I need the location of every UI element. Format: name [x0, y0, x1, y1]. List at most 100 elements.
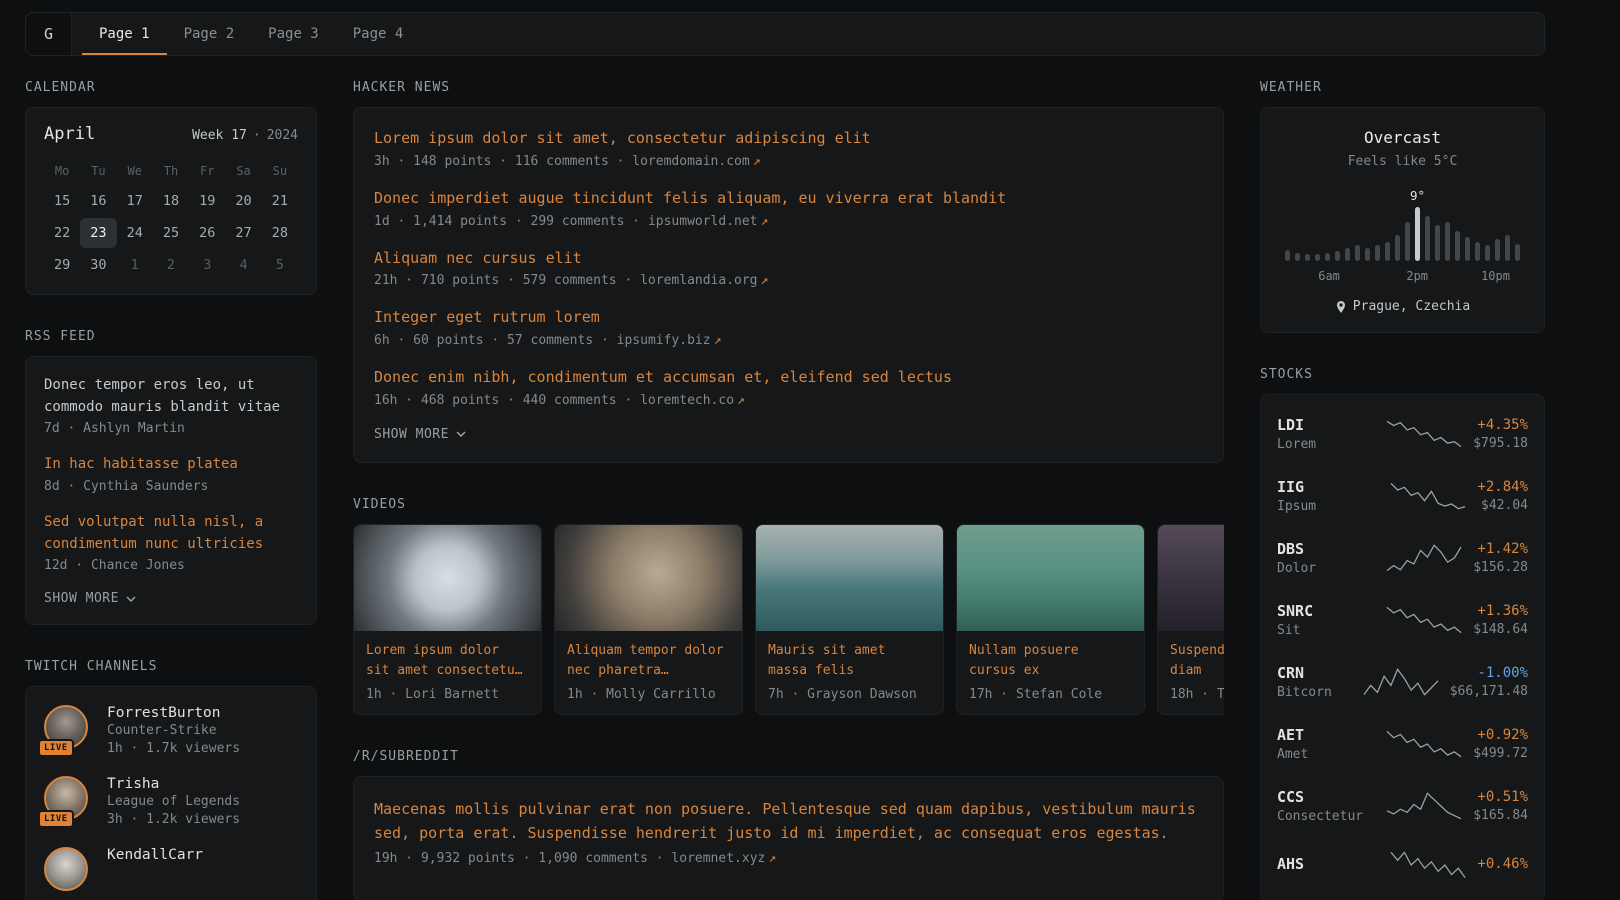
twitch-channel[interactable]: LIVE Trisha League of Legends 3h · 1.2k …	[44, 776, 298, 827]
calendar-day: 15	[44, 186, 80, 216]
weather-time-axis: 6am2pm10pm	[1285, 269, 1520, 285]
nav-tab[interactable]: Page 1	[82, 13, 167, 55]
hn-item[interactable]: Integer eget rutrum lorem 6h · 60 points…	[374, 307, 1203, 348]
video-thumbnail[interactable]	[1158, 525, 1224, 631]
rss-item-title[interactable]: Sed volutpat nulla nisl, a condimentum n…	[44, 512, 298, 555]
video-title[interactable]: Suspendisse diam	[1170, 641, 1224, 681]
weather-bar	[1315, 207, 1320, 261]
video-card-body: Lorem ipsum dolor sit amet consectetu… 1…	[354, 631, 541, 714]
rss-item-title[interactable]: In hac habitasse platea	[44, 454, 298, 476]
hn-show-more-button[interactable]: SHOW MORE	[374, 427, 1203, 442]
nav-tab[interactable]: Page 2	[167, 13, 252, 55]
hn-item-domain[interactable]: loremtech.co	[640, 393, 734, 408]
weather-bar-fill	[1445, 222, 1450, 261]
rss-item-title[interactable]: Donec tempor eros leo, ut commodo mauris…	[44, 375, 298, 418]
stock-row: LDI Lorem +4.35% $795.18	[1277, 403, 1528, 465]
twitch-channel-name[interactable]: Trisha	[107, 776, 240, 792]
stock-row: SNRC Sit +1.36% $148.64	[1277, 589, 1528, 651]
external-link-icon: ↗	[761, 273, 769, 288]
reddit-post[interactable]: Maecenas mollis pulvinar erat non posuer…	[374, 797, 1203, 866]
stock-change: +1.36%	[1473, 603, 1528, 619]
twitch-channel-name[interactable]: ForrestBurton	[107, 705, 240, 721]
calendar-widget: CALENDAR April Week 17·2024 MoTuWeThFrSa…	[25, 80, 317, 295]
hn-item-domain[interactable]: ipsumify.biz	[617, 333, 711, 348]
external-link-icon: ↗	[714, 333, 722, 348]
stock-change: -1.00%	[1450, 665, 1528, 681]
hn-item[interactable]: Donec enim nibh, condimentum et accumsan…	[374, 367, 1203, 408]
video-title[interactable]: Mauris sit amet massa felis	[768, 641, 931, 681]
hn-item-domain[interactable]: ipsumworld.net	[648, 214, 758, 229]
reddit-post-title[interactable]: Maecenas mollis pulvinar erat non posuer…	[374, 797, 1203, 845]
hn-item[interactable]: Aliquam nec cursus elit 21h · 710 points…	[374, 248, 1203, 289]
hn-item-title[interactable]: Integer eget rutrum lorem	[374, 307, 1203, 329]
stock-symbol: LDI	[1277, 416, 1375, 434]
rss-widget-title: RSS FEED	[25, 329, 317, 344]
rss-widget: RSS FEED Donec tempor eros leo, ut commo…	[25, 329, 317, 625]
video-card-body: Mauris sit amet massa felis 7h · Grayson…	[756, 631, 943, 714]
weather-bar	[1395, 207, 1400, 261]
video-thumbnail[interactable]	[354, 525, 541, 631]
hn-item[interactable]: Donec imperdiet augue tincidunt felis al…	[374, 188, 1203, 229]
video-card[interactable]: Lorem ipsum dolor sit amet consectetu… 1…	[353, 524, 542, 715]
nav-tab[interactable]: Page 4	[336, 13, 421, 55]
hn-item[interactable]: Lorem ipsum dolor sit amet, consectetur …	[374, 128, 1203, 169]
hn-item-domain[interactable]: loremlandia.org	[640, 273, 757, 288]
subreddit-widget: /R/SUBREDDIT Maecenas mollis pulvinar er…	[353, 749, 1224, 900]
stock-sparkline	[1385, 419, 1463, 449]
weather-bar: 9°	[1415, 207, 1420, 261]
weather-location-label: Prague, Czechia	[1353, 299, 1470, 314]
weather-box: Overcast Feels like 5°C	[1260, 107, 1545, 333]
rss-item[interactable]: Donec tempor eros leo, ut commodo mauris…	[44, 375, 298, 436]
stock-symbol: SNRC	[1277, 602, 1375, 620]
twitch-channel-name[interactable]: KendallCarr	[107, 847, 203, 863]
stock-change: +4.35%	[1473, 417, 1528, 433]
twitch-channel[interactable]: LIVE KendallCarr	[44, 847, 298, 895]
show-more-label: SHOW MORE	[44, 591, 119, 606]
video-thumbnail[interactable]	[555, 525, 742, 631]
subreddit-widget-title: /R/SUBREDDIT	[353, 749, 1224, 764]
video-title[interactable]: Nullam posuere cursus ex	[969, 641, 1132, 681]
video-card[interactable]: Mauris sit amet massa felis 7h · Grayson…	[755, 524, 944, 715]
weather-bar-fill	[1415, 207, 1420, 261]
weather-bar	[1485, 207, 1490, 261]
app-logo[interactable]: G	[26, 13, 72, 55]
video-card[interactable]: Nullam posuere cursus ex 17h · Stefan Co…	[956, 524, 1145, 715]
video-thumbnail[interactable]	[756, 525, 943, 631]
hn-item-title[interactable]: Donec enim nibh, condimentum et accumsan…	[374, 367, 1203, 389]
live-badge: LIVE	[38, 739, 74, 757]
twitch-channel-meta: 1h · 1.7k viewers	[107, 741, 240, 756]
calendar-weekday: Th	[153, 156, 189, 184]
video-title[interactable]: Lorem ipsum dolor sit amet consectetu…	[366, 641, 529, 681]
right-column: WEATHER Overcast Feels like 5°C	[1260, 80, 1545, 900]
calendar-day: 3	[189, 250, 225, 280]
calendar-day: 30	[80, 250, 116, 280]
stock-id: SNRC Sit	[1277, 602, 1375, 638]
video-meta: 17h · Stefan Cole	[969, 687, 1132, 702]
stock-sparkline	[1389, 481, 1467, 511]
reddit-post-domain[interactable]: loremnet.xyz	[671, 851, 765, 866]
stock-row: CRN Bitcorn -1.00% $66,171.48	[1277, 651, 1528, 713]
twitch-box: LIVE ForrestBurton Counter-Strike 1h · 1…	[25, 686, 317, 900]
calendar-day: 5	[262, 250, 298, 280]
stock-sparkline	[1362, 667, 1440, 697]
weather-time-label: 6am	[1318, 269, 1340, 283]
video-card[interactable]: Suspendisse diam 18h · Tara	[1157, 524, 1224, 715]
hn-item-title[interactable]: Lorem ipsum dolor sit amet, consectetur …	[374, 128, 1203, 150]
video-title[interactable]: Aliquam tempor dolor nec pharetra…	[567, 641, 730, 681]
weather-bar	[1345, 207, 1350, 261]
nav-tab[interactable]: Page 3	[251, 13, 336, 55]
stock-price: $156.28	[1473, 560, 1528, 575]
hn-item-title[interactable]: Donec imperdiet augue tincidunt felis al…	[374, 188, 1203, 210]
video-card[interactable]: Aliquam tempor dolor nec pharetra… 1h · …	[554, 524, 743, 715]
videos-widget-title: VIDEOS	[353, 497, 1224, 512]
video-thumbnail[interactable]	[957, 525, 1144, 631]
hn-item-title[interactable]: Aliquam nec cursus elit	[374, 248, 1203, 270]
hn-item-domain[interactable]: loremdomain.com	[632, 154, 749, 169]
stock-symbol: CCS	[1277, 788, 1375, 806]
twitch-channel[interactable]: LIVE ForrestBurton Counter-Strike 1h · 1…	[44, 705, 298, 756]
rss-item[interactable]: In hac habitasse platea 8d · Cynthia Sau…	[44, 454, 298, 494]
stock-symbol: AET	[1277, 726, 1375, 744]
rss-show-more-button[interactable]: SHOW MORE	[44, 591, 298, 606]
video-card-body: Suspendisse diam 18h · Tara	[1158, 631, 1224, 714]
rss-item[interactable]: Sed volutpat nulla nisl, a condimentum n…	[44, 512, 298, 573]
